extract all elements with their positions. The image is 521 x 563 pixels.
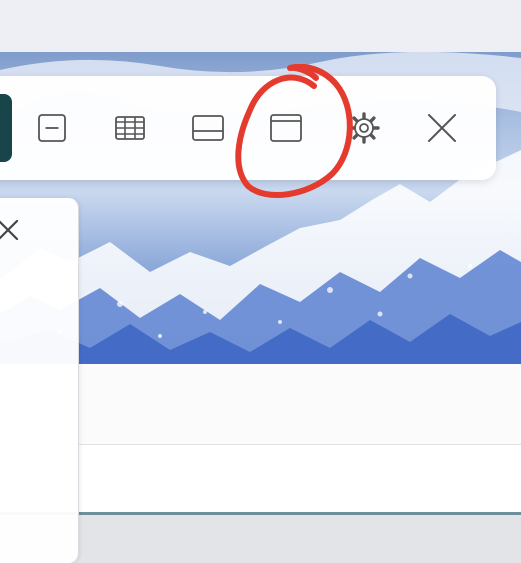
floating-toolbar	[0, 76, 496, 180]
bottom-split-view-button[interactable]	[184, 104, 232, 152]
window-icon	[270, 114, 302, 142]
panel-close-button[interactable]	[0, 214, 24, 246]
close-icon	[0, 219, 19, 241]
close-button[interactable]	[418, 104, 466, 152]
gear-icon	[348, 112, 380, 144]
minimize-view-button[interactable]	[28, 104, 76, 152]
table-grid-icon	[115, 116, 145, 140]
bottom-panel-icon	[192, 115, 224, 141]
table-view-button[interactable]	[106, 104, 154, 152]
settings-button[interactable]	[340, 104, 388, 152]
minus-box-icon	[38, 114, 66, 142]
active-view-indicator[interactable]	[0, 94, 12, 162]
side-panel	[0, 198, 79, 563]
close-icon	[428, 114, 456, 142]
window-view-button[interactable]	[262, 104, 310, 152]
top-strip	[0, 0, 521, 52]
